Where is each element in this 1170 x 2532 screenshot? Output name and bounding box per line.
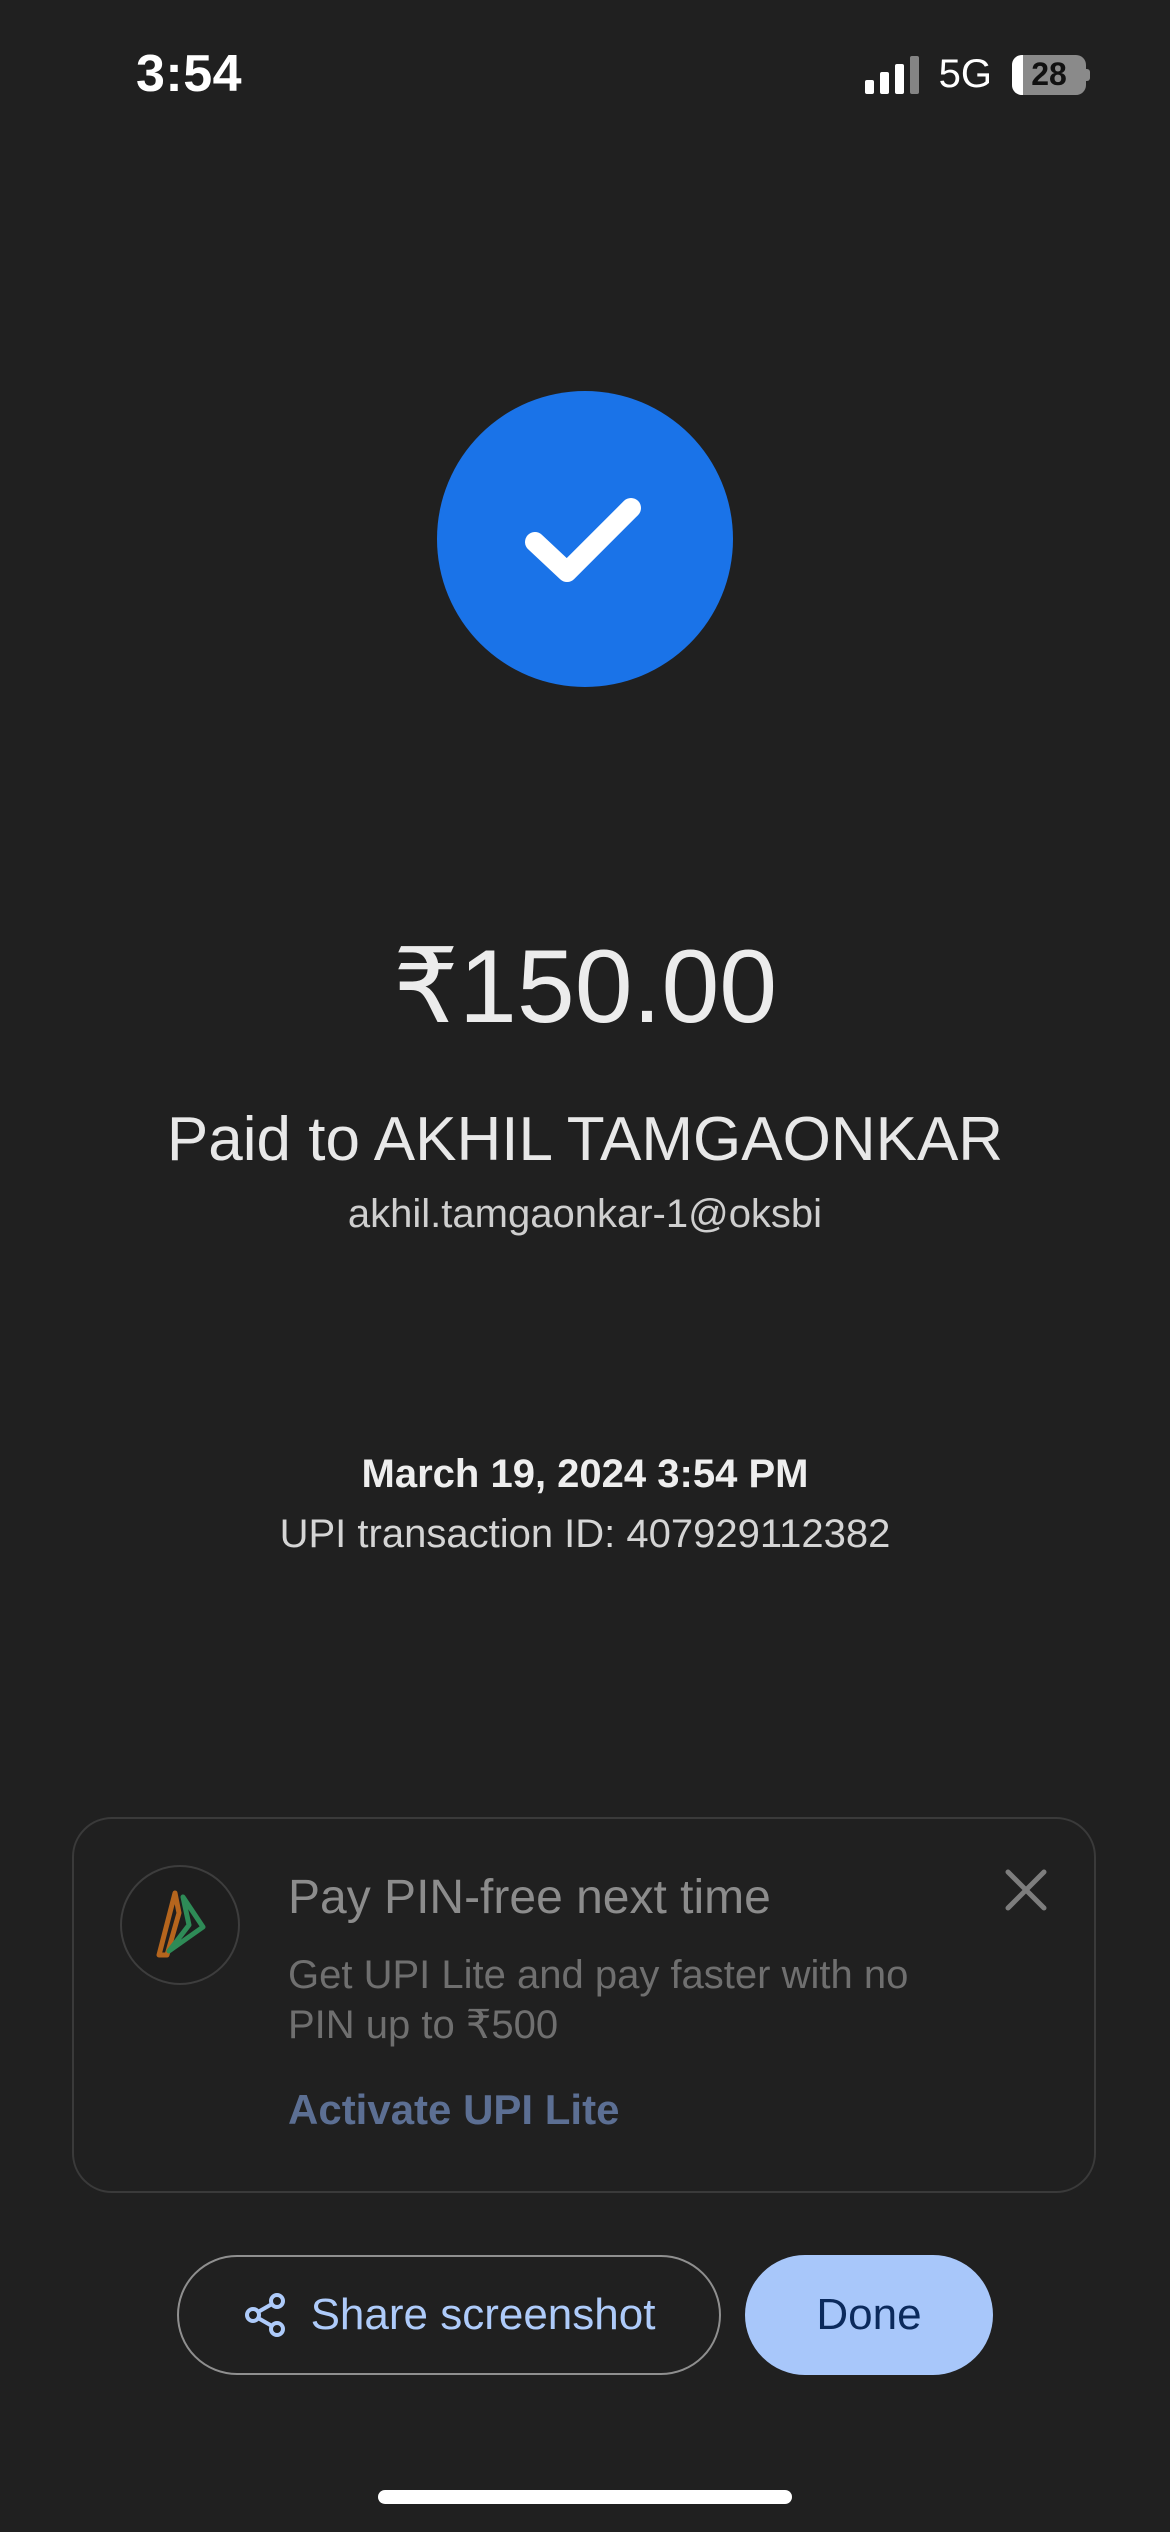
share-button-label: Share screenshot — [310, 2290, 656, 2339]
payee-upi-id: akhil.tamgaonkar-1@oksbi — [347, 1192, 823, 1236]
promo-description: Get UPI Lite and pay faster with no PIN … — [288, 1953, 909, 2047]
status-icons: 5G 28 — [864, 52, 1090, 97]
promo-title: Pay PIN-free next time — [288, 1871, 771, 1924]
payee-name: Paid to AKHIL TAMGAONKAR — [166, 1105, 1004, 1174]
signal-icon — [864, 55, 919, 94]
battery-icon: 28 — [1012, 54, 1090, 95]
close-icon[interactable] — [998, 1862, 1054, 1918]
upi-logo-icon — [120, 1865, 240, 1985]
done-button[interactable]: Done — [745, 2255, 993, 2375]
network-type: 5G — [938, 52, 992, 96]
done-button-label: Done — [816, 2290, 922, 2339]
battery-percentage: 28 — [1031, 56, 1067, 92]
share-screenshot-button[interactable]: Share screenshot — [177, 2255, 721, 2375]
transaction-id: UPI transaction ID: 407929112382 — [279, 1512, 891, 1556]
success-check-icon — [437, 391, 733, 687]
status-time: 3:54 — [136, 45, 243, 103]
payment-amount: ₹150.00 — [392, 929, 778, 1045]
share-icon — [244, 2293, 285, 2337]
activate-upi-lite-link[interactable]: Activate UPI Lite — [288, 2086, 619, 2134]
transaction-datetime: March 19, 2024 3:54 PM — [361, 1452, 809, 1496]
home-indicator[interactable] — [378, 2490, 792, 2504]
